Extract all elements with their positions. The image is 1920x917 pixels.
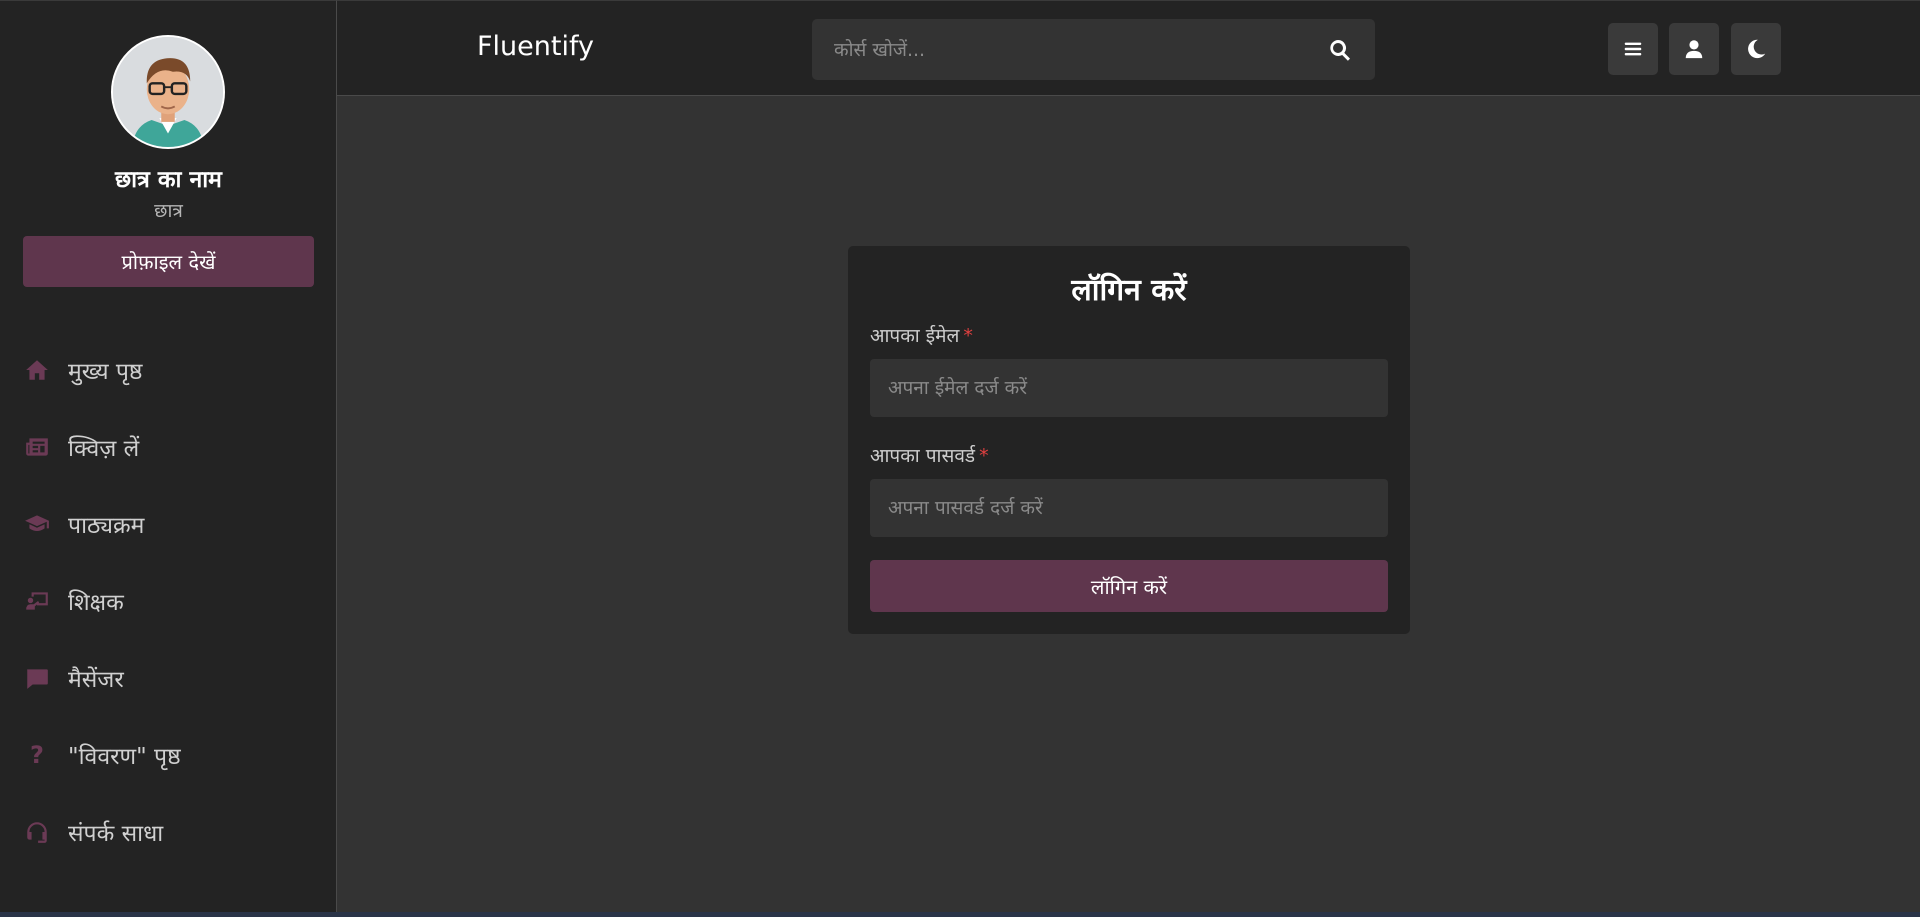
student-role: छात्र (154, 200, 183, 222)
password-label-text: आपका पासवर्ड (870, 445, 976, 467)
avatar-illustration (113, 37, 223, 147)
hamburger-icon (1624, 42, 1642, 56)
password-field[interactable] (870, 479, 1388, 537)
app: छात्र का नाम छात्र प्रोफ़ाइल देखें मुख्य… (0, 0, 1920, 917)
search-input[interactable] (812, 19, 1312, 80)
sidebar-item-label: "विवरण" पृष्ठ (68, 743, 181, 770)
user-button[interactable] (1669, 23, 1719, 75)
graduation-cap-icon (22, 509, 52, 539)
headset-icon (22, 817, 52, 847)
search-icon[interactable] (1325, 35, 1355, 65)
menu-button[interactable] (1608, 23, 1658, 75)
password-label: आपका पासवर्ड * (870, 442, 989, 468)
login-form: लॉगिन करें आपका ईमेल* आपका पासवर्ड* लॉगि… (848, 246, 1410, 634)
sidebar-item-label: क्विज़ लें (68, 435, 140, 462)
sidebar-item-courses[interactable]: पाठ्यक्रम (0, 485, 337, 562)
avatar[interactable] (111, 35, 225, 149)
sidebar-item-home[interactable]: मुख्य पृष्ठ (0, 331, 337, 408)
home-icon (22, 355, 52, 385)
sidebar-item-label: शिक्षक (68, 589, 124, 616)
sidebar-item-label: संपर्क साधा (68, 820, 164, 847)
sidebar-item-label: मैसेंजर (68, 666, 124, 693)
sidebar-item-quiz[interactable]: क्विज़ लें (0, 408, 337, 485)
moon-icon (1748, 39, 1766, 59)
teacher-icon (22, 586, 52, 616)
brand-logo[interactable]: Fluentify (477, 31, 594, 62)
newspaper-icon (22, 432, 52, 462)
login-title: लॉगिन करें (1071, 273, 1187, 308)
user-icon (1685, 40, 1703, 59)
sidebar-item-label: पाठ्यक्रम (68, 512, 145, 539)
required-mark: * (979, 445, 989, 467)
sidebar-item-messenger[interactable]: मैसेंजर (0, 639, 337, 716)
sidebar-item-contact[interactable]: संपर्क साधा (0, 793, 337, 870)
email-label: आपका ईमेल * (870, 322, 973, 348)
message-icon (22, 663, 52, 693)
sidebar-item-teachers[interactable]: शिक्षक (0, 562, 337, 639)
bottom-strip (0, 912, 1920, 917)
student-name: छात्र का नाम (115, 167, 222, 193)
top-header: Fluentify (337, 0, 1920, 96)
question-icon: ? (30, 740, 44, 769)
theme-toggle-button[interactable] (1731, 23, 1781, 75)
email-label-text: आपका ईमेल (870, 325, 960, 347)
search-bar (812, 19, 1375, 80)
login-button[interactable]: लॉगिन करें (870, 560, 1388, 612)
sidebar-nav: मुख्य पृष्ठ क्विज़ लें पाठ्यक्रम शिक्षक (0, 331, 337, 870)
view-profile-button[interactable]: प्रोफ़ाइल देखें (23, 236, 314, 287)
required-mark: * (963, 325, 973, 347)
sidebar: छात्र का नाम छात्र प्रोफ़ाइल देखें मुख्य… (0, 0, 337, 912)
email-field[interactable] (870, 359, 1388, 417)
sidebar-item-about[interactable]: ? "विवरण" पृष्ठ (0, 716, 337, 793)
sidebar-item-label: मुख्य पृष्ठ (68, 358, 143, 385)
